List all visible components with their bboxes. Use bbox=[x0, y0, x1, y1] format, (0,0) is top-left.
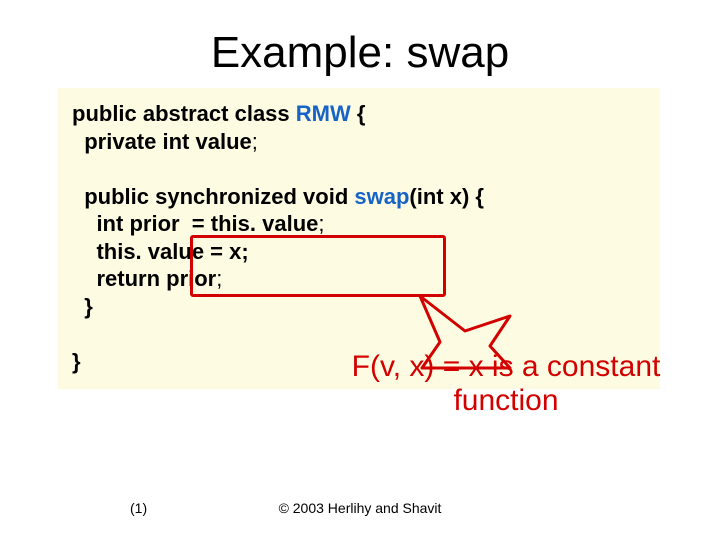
code-text: this. bbox=[72, 239, 148, 264]
code-text: { bbox=[351, 101, 366, 126]
code-blank bbox=[72, 156, 78, 181]
code-text: = x; bbox=[204, 239, 249, 264]
code-text: public synchronized void bbox=[72, 184, 354, 209]
code-text: } bbox=[72, 349, 81, 374]
code-text: } bbox=[72, 294, 93, 319]
code-field: value bbox=[262, 211, 318, 236]
code-class-name: RMW bbox=[296, 101, 351, 126]
code-text: int bbox=[72, 211, 129, 236]
code-field: value bbox=[148, 239, 204, 264]
code-text: ; bbox=[216, 266, 222, 291]
code-text: = this. bbox=[180, 211, 263, 236]
code-text: ; bbox=[252, 129, 258, 154]
copyright-text: © 2003 Herlihy and Shavit bbox=[0, 500, 720, 516]
code-blank bbox=[72, 321, 78, 346]
code-text: public abstract class bbox=[72, 101, 296, 126]
code-text: (int x) { bbox=[409, 184, 484, 209]
code-text: ; bbox=[318, 211, 324, 236]
code-var: prior bbox=[166, 266, 216, 291]
code-text: private int bbox=[72, 129, 195, 154]
code-var: prior bbox=[129, 211, 179, 236]
code-field: value bbox=[195, 129, 251, 154]
code-method-name: swap bbox=[354, 184, 409, 209]
code-box: public abstract class RMW { private int … bbox=[58, 88, 660, 389]
code-block: public abstract class RMW { private int … bbox=[72, 100, 650, 375]
code-text: return bbox=[72, 266, 166, 291]
slide-title: Example: swap bbox=[0, 0, 720, 88]
